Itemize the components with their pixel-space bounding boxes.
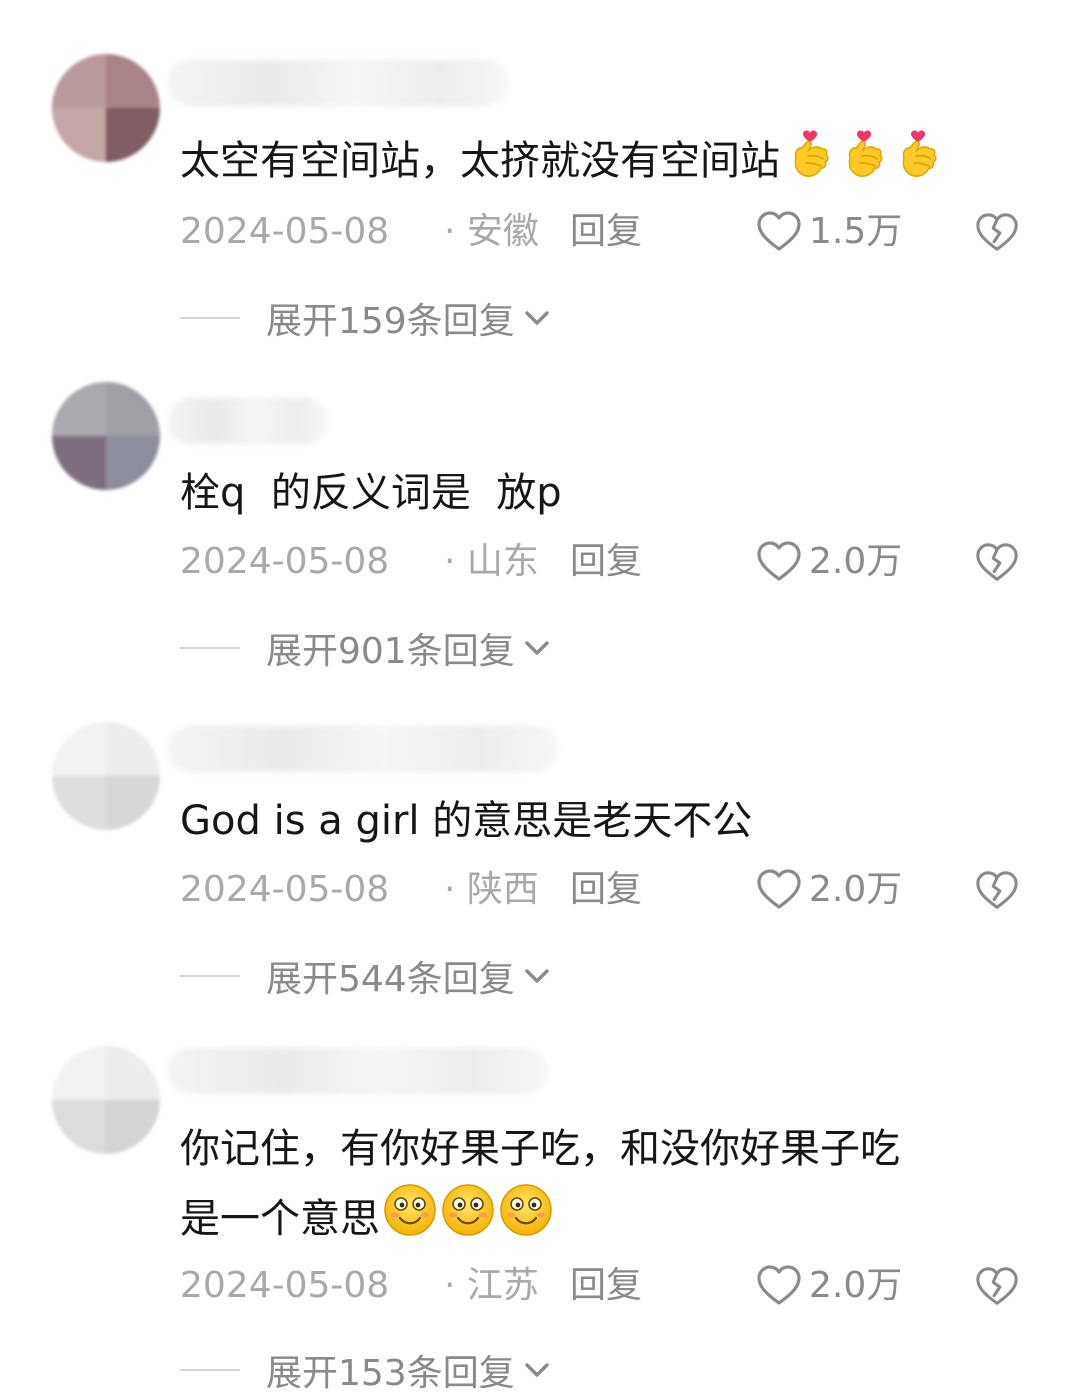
finger-heart-icon bbox=[786, 128, 834, 180]
username[interactable] bbox=[168, 398, 328, 444]
divider-line bbox=[180, 317, 240, 319]
avatar[interactable] bbox=[52, 54, 160, 162]
chevron-down-icon bbox=[523, 962, 551, 990]
like-count: 2.0万 bbox=[809, 541, 903, 582]
like-button[interactable]: 2.0万 bbox=[755, 532, 902, 592]
comment-text: God is a girl 的意思是老天不公 bbox=[180, 788, 1040, 854]
comment-text: 太空有空间站，太挤就没有空间站 bbox=[180, 128, 1040, 200]
avatar[interactable] bbox=[52, 382, 160, 490]
comment-text-line: 是一个意思 bbox=[180, 1182, 1040, 1258]
username[interactable] bbox=[168, 1048, 548, 1094]
emoji-group bbox=[780, 128, 942, 200]
like-button[interactable]: 1.5万 bbox=[755, 202, 902, 262]
emoji-group bbox=[380, 1182, 554, 1258]
expand-replies-button[interactable]: 展开159条回复 bbox=[180, 290, 551, 346]
comment-region: · 安徽 bbox=[444, 211, 539, 252]
chevron-down-icon bbox=[523, 304, 551, 332]
username[interactable] bbox=[168, 726, 558, 772]
comment-meta: 2024-05-08 · 山东 回复 2.0万 bbox=[180, 532, 1040, 592]
comment-text-content: 栓q 的反义词是 放p bbox=[180, 470, 562, 516]
finger-heart-icon bbox=[894, 128, 942, 180]
avatar[interactable] bbox=[52, 1046, 160, 1154]
divider-line bbox=[180, 647, 240, 649]
divider-line bbox=[180, 1369, 240, 1371]
smiling-face-icon bbox=[382, 1182, 438, 1238]
reply-button[interactable]: 回复 bbox=[570, 860, 642, 920]
reply-button[interactable]: 回复 bbox=[570, 1256, 642, 1316]
comment-meta: 2024-05-08 · 陕西 回复 2.0万 bbox=[180, 860, 1040, 920]
username[interactable] bbox=[168, 60, 508, 106]
broken-heart-icon[interactable] bbox=[974, 210, 1020, 256]
reply-button[interactable]: 回复 bbox=[570, 532, 642, 592]
comment-text-line: 你记住，有你好果子吃，和没你好果子吃 bbox=[180, 1126, 900, 1172]
comment-region: · 江苏 bbox=[444, 1265, 539, 1306]
reply-button[interactable]: 回复 bbox=[570, 202, 642, 262]
like-count: 2.0万 bbox=[809, 869, 903, 910]
expand-replies-label: 展开159条回复 bbox=[266, 301, 515, 342]
heart-icon bbox=[755, 538, 803, 586]
smiling-face-icon bbox=[440, 1182, 496, 1238]
divider-line bbox=[180, 975, 240, 977]
broken-heart-icon[interactable] bbox=[974, 540, 1020, 586]
comment-meta: 2024-05-08 · 江苏 回复 2.0万 bbox=[180, 1256, 1040, 1316]
smiling-face-icon bbox=[498, 1182, 554, 1238]
broken-heart-icon[interactable] bbox=[974, 1264, 1020, 1310]
expand-replies-label: 展开901条回复 bbox=[266, 631, 515, 672]
expand-replies-label: 展开153条回复 bbox=[266, 1353, 515, 1394]
expand-replies-button[interactable]: 展开544条回复 bbox=[180, 948, 551, 1004]
like-count: 1.5万 bbox=[809, 211, 903, 252]
like-button[interactable]: 2.0万 bbox=[755, 860, 902, 920]
expand-replies-label: 展开544条回复 bbox=[266, 959, 515, 1000]
comment-meta: 2024-05-08 · 安徽 回复 1.5万 bbox=[180, 202, 1040, 262]
finger-heart-icon bbox=[840, 128, 888, 180]
comment-date: 2024-05-08 bbox=[180, 211, 390, 252]
expand-replies-button[interactable]: 展开153条回复 bbox=[180, 1342, 551, 1398]
chevron-down-icon bbox=[523, 634, 551, 662]
like-button[interactable]: 2.0万 bbox=[755, 1256, 902, 1316]
comment-text-content: 是一个意思 bbox=[180, 1196, 380, 1242]
chevron-down-icon bbox=[523, 1356, 551, 1384]
comment-region: · 陕西 bbox=[444, 869, 539, 910]
broken-heart-icon[interactable] bbox=[974, 868, 1020, 914]
comment-text-content: 太空有空间站，太挤就没有空间站 bbox=[180, 138, 780, 184]
comment-text: 栓q 的反义词是 放p bbox=[180, 460, 1040, 526]
comment-date: 2024-05-08 bbox=[180, 1265, 390, 1306]
comment-date: 2024-05-08 bbox=[180, 541, 390, 582]
expand-replies-button[interactable]: 展开901条回复 bbox=[180, 620, 551, 676]
comment-region: · 山东 bbox=[444, 541, 539, 582]
comment-date: 2024-05-08 bbox=[180, 869, 390, 910]
heart-icon bbox=[755, 208, 803, 256]
comment-text: 你记住，有你好果子吃，和没你好果子吃 是一个意思 bbox=[180, 1116, 1040, 1258]
comment-text-content: God is a girl 的意思是老天不公 bbox=[180, 798, 753, 844]
avatar[interactable] bbox=[52, 722, 160, 830]
heart-icon bbox=[755, 866, 803, 914]
like-count: 2.0万 bbox=[809, 1265, 903, 1306]
heart-icon bbox=[755, 1262, 803, 1310]
